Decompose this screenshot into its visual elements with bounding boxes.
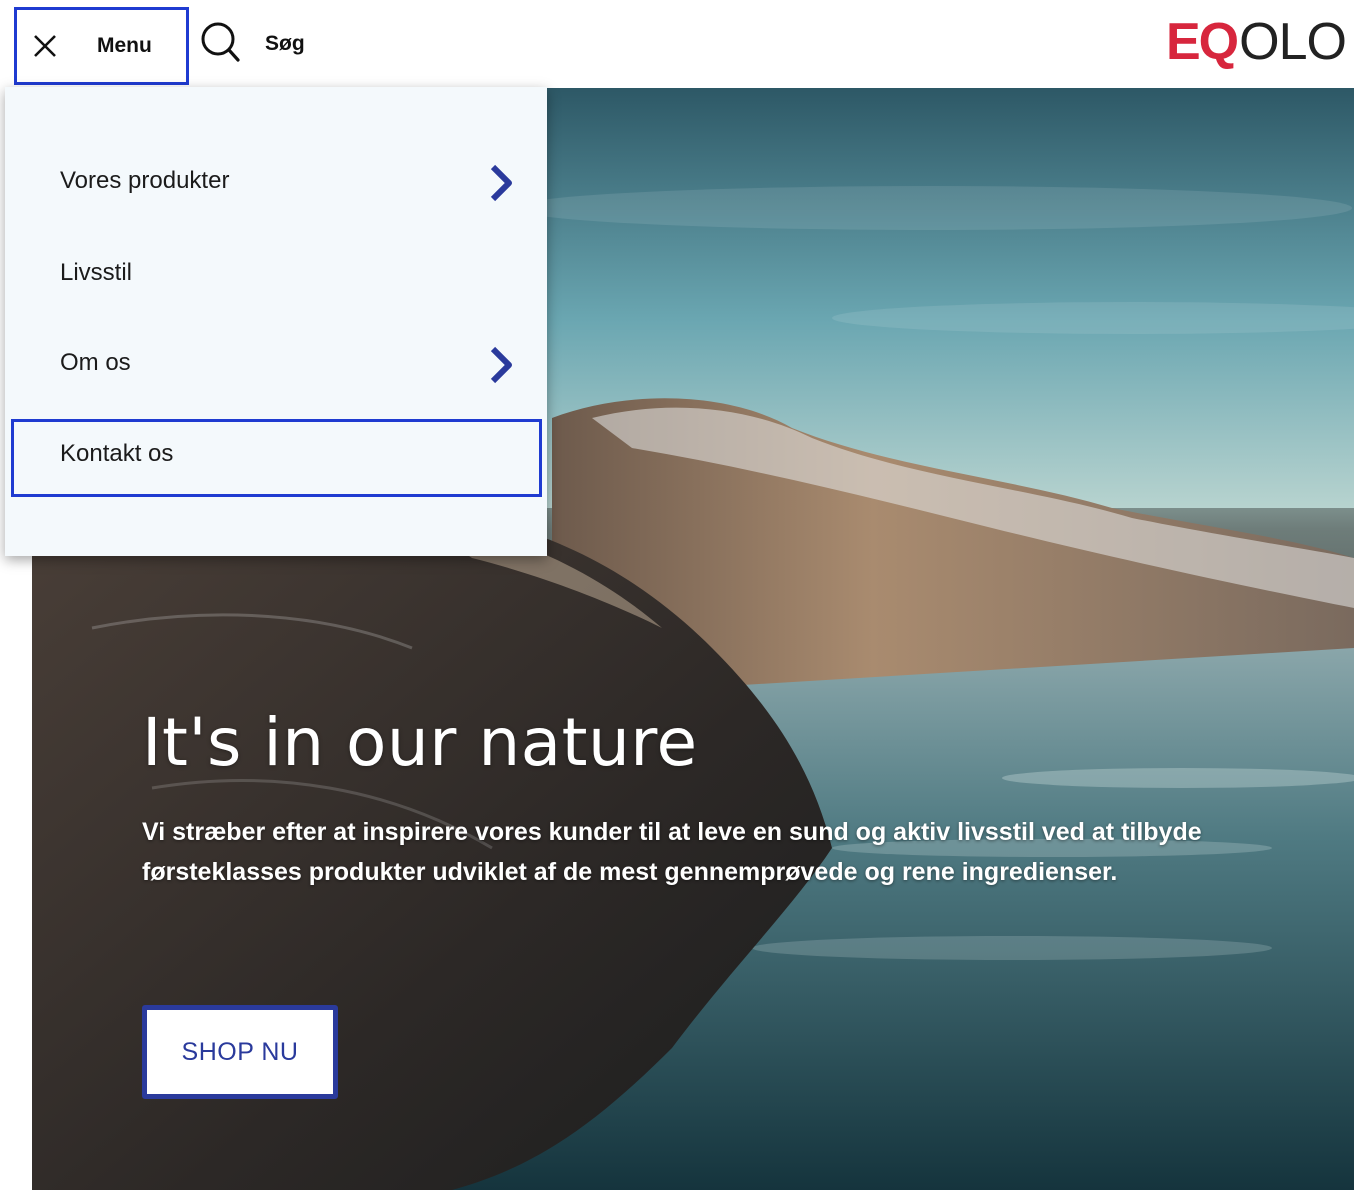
menu-item-om-os[interactable]: Om os	[5, 327, 547, 405]
search-button[interactable]: Søg	[200, 20, 320, 66]
menu-item-livsstil[interactable]: Livsstil	[5, 237, 547, 315]
menu-label: Menu	[97, 34, 152, 57]
search-icon	[201, 22, 240, 62]
brand-logo[interactable]: EQ OLO	[1166, 13, 1347, 71]
logo-brand-text: EQ	[1166, 13, 1239, 71]
menu-toggle-button[interactable]: Menu	[14, 7, 189, 85]
hero-description: Vi stræber efter at inspirere vores kund…	[142, 818, 1202, 886]
menu-item-label: Vores produkter	[60, 167, 230, 194]
chevron-right-icon[interactable]	[487, 163, 515, 203]
menu-item-kontakt-os[interactable]: Kontakt os	[11, 419, 542, 497]
close-icon	[34, 35, 56, 57]
chevron-right-icon[interactable]	[487, 345, 515, 385]
hero-title: It's in our nature	[142, 704, 698, 781]
shop-now-button[interactable]: SHOP NU	[142, 1005, 338, 1099]
logo-rest-text: OLO	[1239, 13, 1347, 71]
site-header: Menu Søg EQ OLO	[0, 0, 1354, 86]
menu-item-label: Om os	[60, 349, 131, 376]
search-label: Søg	[265, 32, 305, 55]
menu-item-vores-produkter[interactable]: Vores produkter	[5, 145, 547, 223]
shop-now-label: SHOP NU	[181, 1037, 299, 1066]
menu-item-label: Livsstil	[60, 259, 133, 286]
menu-item-label: Kontakt os	[60, 440, 174, 467]
navigation-menu-panel: Vores produkter Livsstil Om os Kontakt o…	[5, 87, 547, 556]
